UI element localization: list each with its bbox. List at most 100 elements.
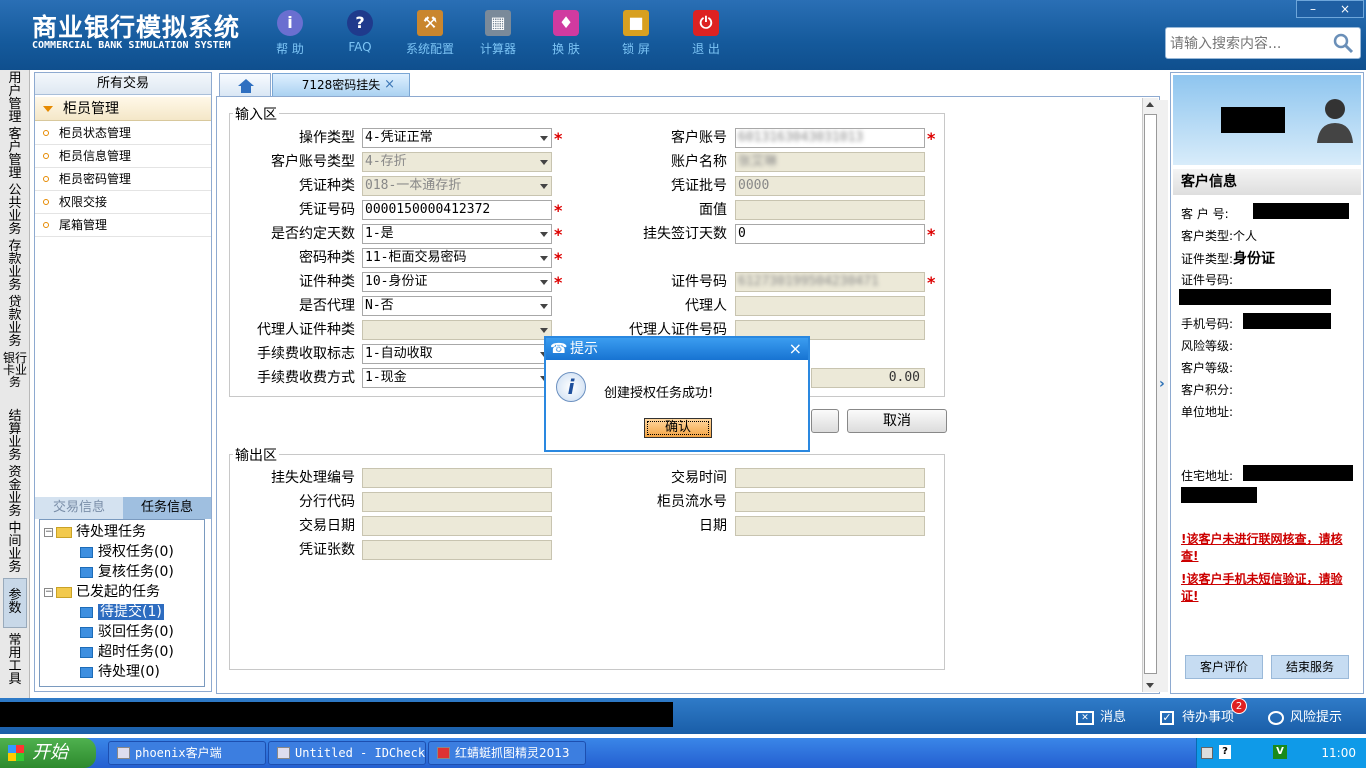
output-area-title: 输出区 [233, 445, 279, 465]
teller-mgmt-section[interactable]: 柜员管理 [35, 97, 211, 121]
help-button[interactable]: i 帮 助 [258, 6, 322, 66]
vtab-funds[interactable]: 资金业务 [3, 466, 27, 518]
lock-screen-button[interactable]: ■ 锁 屏 [604, 6, 668, 66]
chat-icon [1268, 710, 1284, 725]
menu-teller-password[interactable]: 柜员密码管理 [35, 168, 211, 191]
warning-sms-verify[interactable]: !该客户手机未短信验证，请验证! [1181, 571, 1359, 605]
fee-amount-field: 0.00 [811, 368, 925, 388]
scroll-down-icon[interactable] [1146, 683, 1154, 688]
tree-pending[interactable]: − 待处理任务 [44, 522, 146, 542]
tab-transaction-info[interactable]: 交易信息 [35, 497, 123, 519]
chevron-down-icon [43, 106, 53, 112]
system-config-button[interactable]: ⚒ 系统配置 [398, 6, 462, 66]
tree-label: 待处理(0) [98, 664, 160, 680]
vtab-settlement[interactable]: 结算业务 [3, 410, 27, 462]
cancel-button[interactable]: 取消 [847, 409, 947, 433]
vtab-deposit[interactable]: 存款业务 [3, 240, 27, 292]
is-agent-select[interactable]: N-否 [362, 296, 552, 316]
menu-teller-info[interactable]: 柜员信息管理 [35, 145, 211, 168]
scroll-thumb[interactable] [1144, 114, 1157, 674]
tab-task-info[interactable]: 任务信息 [123, 497, 211, 519]
dialog-title-bar: ☎ 提示 × [546, 338, 808, 360]
risk-alert-button[interactable]: 风险提示 [1268, 706, 1342, 725]
tree-to-submit[interactable]: 待提交(1) [80, 602, 164, 622]
tree-label: 驳回任务(0) [98, 624, 174, 640]
face-value-field [735, 200, 925, 220]
content-scrollbar[interactable] [1142, 98, 1158, 692]
v-tray-icon[interactable]: V [1273, 745, 1287, 759]
doc-type-label: 证件类型: [1181, 252, 1234, 266]
id-type-select[interactable]: 10-身份证 [362, 272, 552, 292]
dialog-close-icon[interactable]: × [789, 338, 802, 360]
field-value: 6013163043031013 [738, 130, 864, 145]
menu-permission-handover[interactable]: 权限交接 [35, 191, 211, 214]
vtab-bank-card[interactable]: 银行卡业务 [3, 352, 27, 388]
right-panel-collapse-bar[interactable]: › [1158, 100, 1168, 692]
dropdown-icon [540, 136, 548, 141]
fee-method-select[interactable]: 1-现金 [362, 368, 552, 388]
messages-button[interactable]: ✕ 消息 [1076, 706, 1126, 725]
label-operation-type: 操作类型 [299, 130, 355, 146]
tab-7128-password-loss[interactable]: 7128密码挂失 × [272, 73, 410, 97]
dialog-ok-button[interactable]: 确认 [644, 418, 712, 438]
start-label: 开始 [32, 742, 68, 763]
menu-cash-box[interactable]: 尾箱管理 [35, 214, 211, 237]
customer-evaluation-button[interactable]: 客户评价 [1185, 655, 1263, 679]
start-button[interactable]: 开始 [0, 738, 96, 768]
bullet-icon [43, 199, 49, 205]
vtab-public-business[interactable]: 公共业务 [3, 184, 27, 236]
search-input[interactable] [1170, 34, 1330, 54]
end-service-button[interactable]: 结束服务 [1271, 655, 1349, 679]
close-tab-icon[interactable]: × [384, 74, 395, 96]
agreed-days-select[interactable]: 1-是 [362, 224, 552, 244]
close-window-button[interactable]: × [1329, 1, 1361, 17]
calculator-button[interactable]: ▦ 计算器 [466, 6, 530, 66]
operation-type-select[interactable]: 4-凭证正常 [362, 128, 552, 148]
minimize-button[interactable]: – [1297, 1, 1329, 17]
vtab-intermediate[interactable]: 中间业务 [3, 522, 27, 574]
tree-timeout[interactable]: 超时任务(0) [80, 642, 174, 662]
collapse-icon[interactable]: − [44, 587, 53, 597]
skin-button[interactable]: ♦ 换 肤 [534, 6, 598, 66]
todo-button[interactable]: ✓ 待办事项 [1160, 706, 1234, 725]
confirm-button-partial[interactable] [811, 409, 839, 433]
tree-rejected[interactable]: 驳回任务(0) [80, 622, 174, 642]
field-value: 11-柜面交易密码 [365, 250, 467, 265]
warning-network-check[interactable]: !该客户未进行联网核查，请核查! [1181, 531, 1359, 565]
password-type-select[interactable]: 11-柜面交易密码 [362, 248, 552, 268]
keyboard-icon[interactable] [1201, 747, 1213, 759]
taskbar-idcheck[interactable]: Untitled - IDCheck [268, 741, 426, 765]
all-transactions-header[interactable]: 所有交易 [35, 73, 211, 95]
vtab-customer-mgmt[interactable]: 客户管理 [3, 128, 27, 180]
chevron-right-icon[interactable]: › [1159, 376, 1165, 392]
redacted-home-address-2 [1181, 487, 1257, 503]
menu-teller-status[interactable]: 柜员状态管理 [35, 122, 211, 145]
tree-auth[interactable]: 授权任务(0) [80, 542, 174, 562]
help-tray-icon[interactable]: ? [1219, 745, 1231, 759]
tab-home[interactable] [219, 73, 271, 97]
avatar-icon [1317, 99, 1353, 143]
loss-days-input[interactable]: 0 [735, 224, 925, 244]
voucher-number-input[interactable]: 0000150000412372 [362, 200, 552, 220]
vtab-tools[interactable]: 常用工具 [3, 634, 27, 686]
vtab-loan[interactable]: 贷款业务 [3, 296, 27, 348]
tree-processing[interactable]: 待处理(0) [80, 662, 160, 682]
tree-initiated[interactable]: − 已发起的任务 [44, 582, 160, 602]
redacted-status-area [0, 702, 673, 727]
vtab-params[interactable]: 参数 [3, 578, 27, 628]
question-icon: ? [347, 10, 373, 36]
taskbar-phoenix[interactable]: phoenix客户端 [108, 741, 266, 765]
field-value: 10-身份证 [365, 274, 428, 289]
search-icon[interactable] [1332, 32, 1354, 54]
tree-label: 复核任务(0) [98, 564, 174, 580]
fee-flag-select[interactable]: 1-自动收取 [362, 344, 552, 364]
collapse-icon[interactable]: − [44, 527, 53, 537]
customer-account-input[interactable]: 6013163043031013 [735, 128, 925, 148]
task-icon [80, 606, 93, 618]
scroll-up-icon[interactable] [1146, 102, 1154, 107]
faq-button[interactable]: ? FAQ [328, 6, 392, 66]
exit-button[interactable]: ⏻ 退 出 [674, 6, 738, 66]
taskbar-capture-tool[interactable]: 红蜻蜓抓图精灵2013 [428, 741, 586, 765]
vtab-user-mgmt[interactable]: 用户管理 [3, 72, 27, 124]
tree-review[interactable]: 复核任务(0) [80, 562, 174, 582]
